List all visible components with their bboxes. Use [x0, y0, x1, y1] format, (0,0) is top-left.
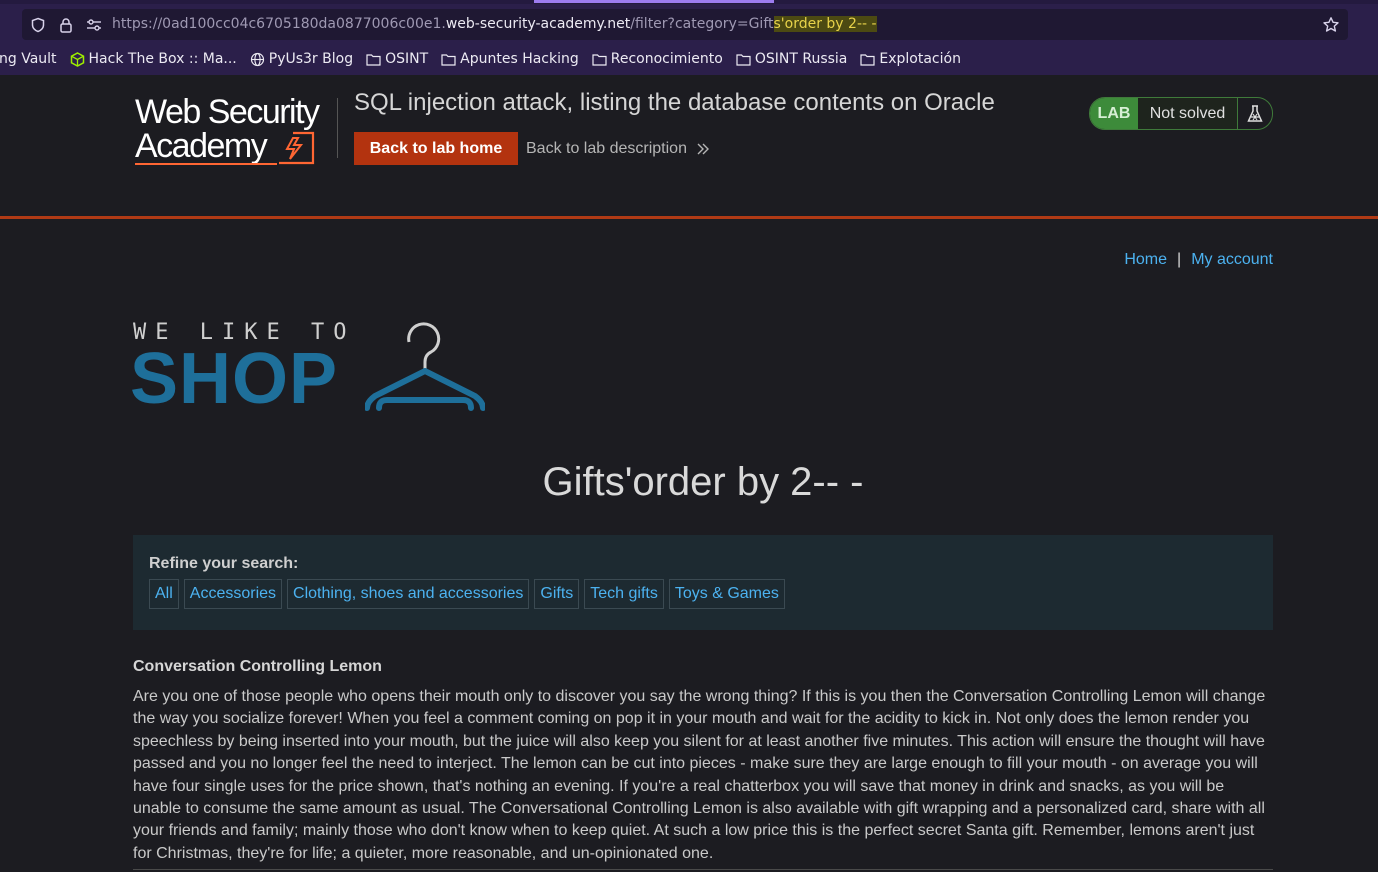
url-text[interactable]: https://0ad100cc04c6705180da0877006c00e1… — [112, 9, 877, 40]
permissions-icon[interactable] — [84, 9, 104, 40]
top-nav: Home | My account — [1124, 251, 1273, 269]
lock-icon[interactable] — [56, 9, 76, 40]
folder-icon — [592, 53, 607, 66]
filter-tech-gifts[interactable]: Tech gifts — [584, 579, 664, 609]
filter-all[interactable]: All — [149, 579, 179, 609]
bookmark-hackthebox[interactable]: Hack The Box :: Ma... — [70, 51, 237, 67]
refine-search-panel: Refine your search: All Accessories Clot… — [133, 535, 1273, 630]
back-to-lab-home-button[interactable]: Back to lab home — [354, 132, 518, 165]
folder-icon — [860, 53, 875, 66]
header-divider — [337, 98, 338, 158]
flask-icon — [1237, 98, 1272, 129]
category-heading: Gifts'order by 2-- - — [542, 460, 864, 504]
globe-icon — [250, 52, 264, 66]
product-description: Are you one of those people who opens th… — [133, 688, 1266, 862]
folder-icon — [441, 53, 456, 66]
bookmark-folder-reconocimiento[interactable]: Reconocimiento — [592, 51, 723, 67]
lab-label: LAB — [1090, 98, 1138, 129]
filter-gifts[interactable]: Gifts — [534, 579, 580, 609]
bookmark-vault[interactable]: ng Vault — [0, 51, 57, 67]
address-bar[interactable]: https://0ad100cc04c6705180da0877006c00e1… — [22, 9, 1348, 40]
refine-search-label: Refine your search: — [149, 555, 299, 572]
bookmark-pyus3r-blog[interactable]: PyUs3r Blog — [250, 51, 353, 67]
shield-icon[interactable] — [28, 9, 48, 40]
nav-separator: | — [1177, 251, 1182, 268]
nav-home-link[interactable]: Home — [1124, 251, 1167, 268]
academy-logo-bolt-icon — [279, 131, 315, 165]
bookmark-star-icon[interactable] — [1320, 9, 1342, 40]
lab-title: SQL injection attack, listing the databa… — [354, 89, 995, 116]
bookmarks-bar: ng Vault Hack The Box :: Ma... PyUs3r Bl… — [0, 48, 974, 70]
bookmark-folder-osint-russia[interactable]: OSINT Russia — [736, 51, 847, 67]
browser-chrome: https://0ad100cc04c6705180da0877006c00e1… — [0, 0, 1378, 75]
product-divider — [133, 869, 1273, 870]
folder-icon — [736, 53, 751, 66]
category-filters: All Accessories Clothing, shoes and acce… — [149, 579, 790, 609]
nav-my-account-link[interactable]: My account — [1191, 251, 1273, 268]
htb-cube-icon — [70, 51, 84, 67]
logo-underline — [135, 163, 277, 165]
web-security-academy-logo[interactable]: Web Security Academy — [135, 95, 335, 167]
lab-status-badge: LAB Not solved — [1089, 97, 1273, 130]
lab-status-text: Not solved — [1138, 98, 1237, 129]
we-like-to-shop-logo[interactable]: WE LIKE TO SHOP — [130, 320, 485, 416]
filter-toys-games[interactable]: Toys & Games — [668, 579, 785, 609]
folder-icon — [366, 53, 381, 66]
product-name: Conversation Controlling Lemon — [133, 658, 382, 675]
url-injected-payload: s'order by 2-- - — [773, 16, 877, 32]
active-tab-indicator[interactable] — [534, 0, 774, 3]
double-chevron-right-icon — [697, 143, 710, 155]
logo-line-1: Web Security — [135, 93, 320, 131]
bookmark-folder-apuntes-hacking[interactable]: Apuntes Hacking — [441, 51, 579, 67]
header-accent-border — [0, 216, 1378, 219]
hanger-icon — [365, 322, 485, 411]
filter-clothing[interactable]: Clothing, shoes and accessories — [287, 579, 530, 609]
back-to-lab-description-link[interactable]: Back to lab description — [526, 132, 710, 165]
shop-logo-word: SHOP — [130, 339, 339, 419]
filter-accessories[interactable]: Accessories — [183, 579, 283, 609]
bookmark-folder-osint[interactable]: OSINT — [366, 51, 428, 67]
bookmark-folder-explotacion[interactable]: Explotación — [860, 51, 961, 67]
